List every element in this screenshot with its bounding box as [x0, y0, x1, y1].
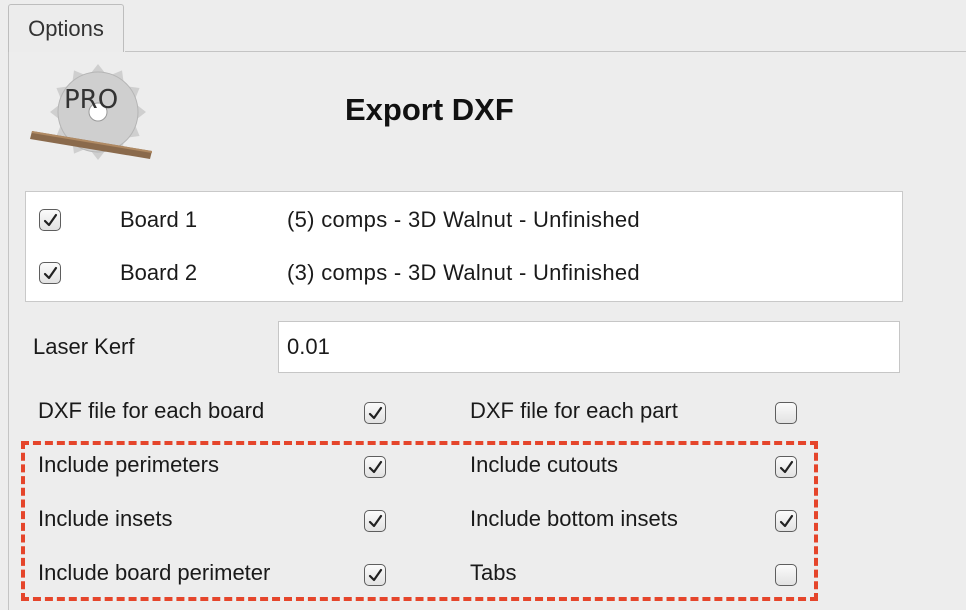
board-list: Board 1 (5) comps - 3D Walnut - Unfinish… [25, 191, 903, 302]
board-1-checkbox[interactable] [39, 209, 61, 231]
board-description: (5) comps - 3D Walnut - Unfinished [287, 207, 640, 232]
tab-options[interactable]: Options [8, 4, 124, 52]
board-2-checkbox[interactable] [39, 262, 61, 284]
board-row[interactable]: Board 2 (3) comps - 3D Walnut - Unfinish… [26, 253, 902, 293]
laser-kerf-label: Laser Kerf [33, 334, 135, 359]
checkmark-icon [43, 266, 57, 279]
highlight-dashed-box [21, 441, 818, 601]
laser-kerf-input[interactable] [278, 321, 900, 373]
dxf-per-board-checkbox[interactable] [364, 402, 386, 424]
dxf-per-part-checkbox[interactable] [775, 402, 797, 424]
logo-text: PRO [64, 85, 118, 115]
checkmark-icon [43, 213, 57, 226]
option-row: DXF file for each board DXF file for eac… [0, 392, 966, 432]
board-name: Board 1 [120, 207, 198, 232]
board-name: Board 2 [120, 260, 198, 285]
page-title: Export DXF [345, 92, 514, 127]
tab-bar: Options [0, 0, 966, 52]
board-row[interactable]: Board 1 (5) comps - 3D Walnut - Unfinish… [26, 200, 902, 240]
saw-blade-logo: PRO [30, 64, 152, 160]
dxf-per-part-label: DXF file for each part [470, 398, 678, 423]
board-description: (3) comps - 3D Walnut - Unfinished [287, 260, 640, 285]
checkmark-icon [368, 406, 382, 419]
dxf-per-board-label: DXF file for each board [38, 398, 265, 423]
